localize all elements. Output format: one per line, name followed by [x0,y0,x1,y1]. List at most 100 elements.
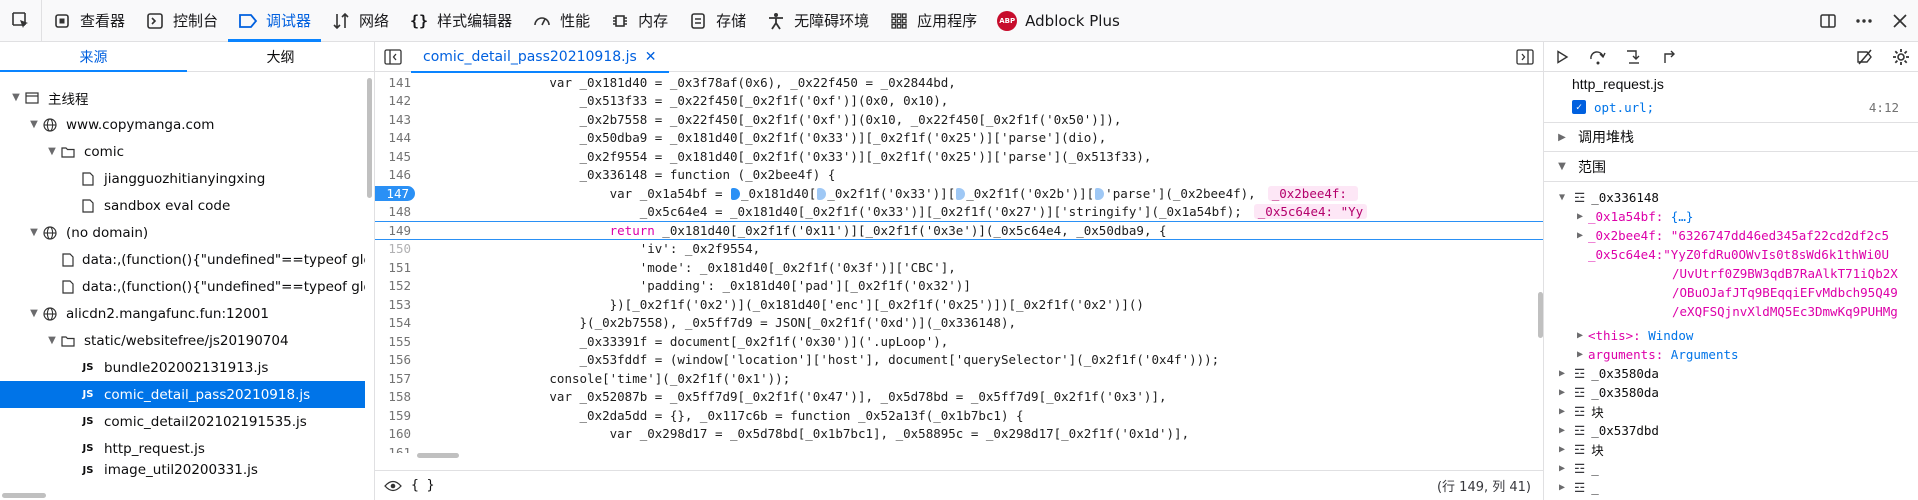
scope-row[interactable]: ▶ ☲ _0x3580da [1544,363,1918,383]
arguments-row[interactable]: ▶ arguments: Arguments [1544,344,1918,364]
resume-button[interactable] [1544,42,1580,72]
line-number[interactable]: 160 [375,426,417,441]
code-segment: _0x2f1f('0x33')][ [827,185,956,201]
sources-horizontal-scrollbar[interactable] [2,493,46,498]
line-number[interactable]: 148 [375,204,417,219]
step-in-button[interactable] [1616,42,1652,72]
tree-item-js-file[interactable]: JS image_util20200331.js [0,462,365,478]
close-tab-icon[interactable]: ✕ [645,49,657,65]
line-number[interactable]: 149 [375,223,417,238]
variable-row[interactable]: ▶ _0x1a54bf: {…} [1544,206,1918,226]
tree-item-file[interactable]: data:,(function(){"undefined"==typeof gl… [0,246,365,273]
sources-vertical-scrollbar[interactable] [367,78,372,198]
tree-item-folder[interactable]: ▼ static/websitefree/js20190704 [0,327,365,354]
line-number[interactable]: 146 [375,167,417,182]
step-over-button[interactable] [1580,42,1616,72]
tree-item-domain[interactable]: ▼ (no domain) [0,219,365,246]
tab-performance[interactable]: 性能 [522,0,600,42]
more-options-button[interactable] [1846,0,1882,42]
tree-item-file[interactable]: sandbox eval code [0,192,365,219]
tree-item-js-file[interactable]: JS http_request.js [0,435,365,462]
toggle-sources-button[interactable] [375,42,411,72]
line-number[interactable]: 155 [375,334,417,349]
gear-icon [1893,48,1909,65]
debugger-settings-button[interactable] [1883,42,1918,72]
scope-row[interactable]: ▶ ☲ 块 [1544,401,1918,421]
line-number[interactable]: 150 [375,241,417,256]
column-breakpoint-marker[interactable] [731,188,741,201]
variable-row[interactable]: ▶ _0x2bee4f: "6326747dd46ed345af22cd2df2… [1544,225,1918,245]
this-row[interactable]: ▶ <this>: Window [1544,325,1918,345]
tab-sources[interactable]: 来源 [0,42,187,72]
line-number[interactable]: 142 [375,93,417,108]
tab-network[interactable]: 网络 [321,0,399,42]
deactivate-breakpoints-button[interactable] [1847,42,1883,72]
breakpoint-entry[interactable]: ✓ opt.url; 4:12 [1544,97,1918,117]
element-picker-button[interactable] [0,0,42,42]
tab-adblock-plus[interactable]: ABP Adblock Plus [987,0,1130,42]
tree-item-js-file[interactable]: JS comic_detail202102191535.js [0,408,365,435]
breakpoint-line-number[interactable]: 147 [375,185,415,201]
scope-row[interactable]: ▶ ☲ 块 [1544,439,1918,459]
scope-row[interactable]: ▶ ☲ _ [1544,458,1918,478]
tree-item-file[interactable]: jiangguozhitianyingxing [0,165,365,192]
variable-name: _0x2bee4f: [1588,227,1664,243]
tree-item-folder[interactable]: ▼ comic [0,138,365,165]
inline-preview[interactable]: _0x2bee4f: [1267,185,1359,201]
column-breakpoint-marker[interactable] [956,188,966,201]
tab-debugger[interactable]: 调试器 [228,0,322,42]
line-number[interactable]: 145 [375,149,417,164]
variable-row[interactable]: _0x5c64e4: "YyZ0fdRu0OWvIs0t8sWd6k1thWi0U [1544,244,1918,264]
line-number[interactable]: 141 [375,75,417,90]
sidebar-collapse-icon [384,48,402,65]
line-number[interactable]: 143 [375,112,417,127]
tree-item-js-file[interactable]: JS bundle202002131913.js [0,354,365,381]
tree-item-main-thread[interactable]: ▼ 主线程 [0,84,365,111]
tab-style-editor[interactable]: {} 样式编辑器 [399,0,522,42]
line-number[interactable]: 151 [375,260,417,275]
scopes-section-header[interactable]: ▼ 范围 [1544,152,1918,182]
tab-inspector[interactable]: 查看器 [42,0,135,42]
tab-storage[interactable]: 存储 [678,0,756,42]
dock-toggle-button[interactable] [1810,0,1846,42]
column-breakpoint-marker[interactable] [1095,188,1105,201]
line-number[interactable]: 161 [375,445,417,453]
close-devtools-button[interactable] [1882,0,1918,42]
line-number[interactable]: 144 [375,130,417,145]
tree-item-js-file-selected[interactable]: JS comic_detail_pass20210918.js [0,381,365,408]
callstack-section-header[interactable]: ▶ 调用堆栈 [1544,122,1918,152]
checkbox-checked-icon[interactable]: ✓ [1572,100,1586,114]
inline-preview[interactable]: _0x5c64e4: "Yy [1253,204,1368,220]
tab-label: 无障碍环境 [794,12,870,30]
tab-accessibility[interactable]: 无障碍环境 [756,0,879,42]
line-number[interactable]: 153 [375,297,417,312]
scope-row[interactable]: ▶ ☲ _0x3580da [1544,382,1918,402]
scope-row[interactable]: ▼ ☲ _0x336148 [1544,187,1918,207]
line-number[interactable]: 152 [375,278,417,293]
line-number[interactable]: 154 [375,315,417,330]
tree-item-file[interactable]: data:,(function(){"undefined"==typeof gl… [0,273,365,300]
file-tab-active[interactable]: comic_detail_pass20210918.js ✕ [411,42,669,73]
js-file-icon: JS [82,416,94,427]
line-number[interactable]: 159 [375,408,417,423]
code-line: 158 var _0x52087b = _0x5ff7d9[_0x2f1f('0… [375,388,1543,407]
line-number[interactable]: 156 [375,352,417,367]
code-area[interactable]: 141 var _0x181d40 = _0x3f78af(0x6), _0x2… [375,73,1543,453]
editor-horizontal-scrollbar[interactable] [417,453,459,458]
step-out-button[interactable] [1652,42,1688,72]
scope-row[interactable]: ▶ ☲ _ [1544,477,1918,497]
tab-outline[interactable]: 大纲 [187,42,374,71]
line-number[interactable]: 157 [375,371,417,386]
blackbox-button[interactable] [375,480,411,492]
tab-console[interactable]: 控制台 [135,0,228,42]
tree-item-domain[interactable]: ▼ www.copymanga.com [0,111,365,138]
tab-memory[interactable]: 内存 [600,0,678,42]
line-number[interactable]: 158 [375,389,417,404]
tree-item-domain[interactable]: ▼ alicdn2.mangafunc.fun:12001 [0,300,365,327]
toggle-debugger-sidebar-button[interactable] [1507,42,1543,72]
scope-row[interactable]: ▶ ☲ _0x537dbd [1544,420,1918,440]
tab-application[interactable]: 应用程序 [879,0,987,42]
breakpoint-file[interactable]: http_request.js [1544,74,1918,94]
column-breakpoint-marker[interactable] [817,188,827,201]
pretty-print-button[interactable]: { } [411,478,434,493]
